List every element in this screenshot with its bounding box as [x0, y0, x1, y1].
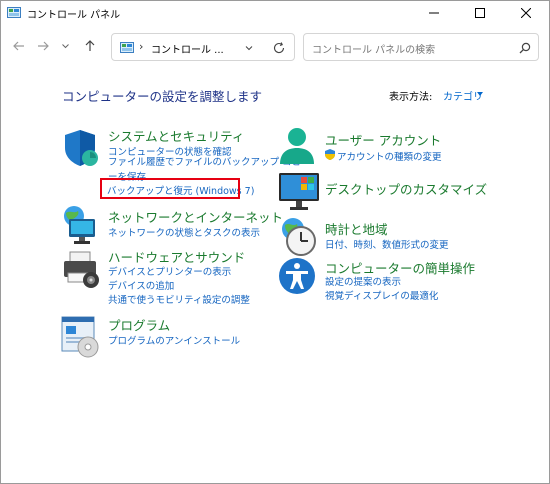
programs-title[interactable]: プログラム	[108, 315, 170, 334]
address-bar[interactable]: › コントロール ...	[111, 33, 295, 61]
arrow-right-icon	[38, 41, 49, 51]
desktop-personalize-icon[interactable]	[277, 171, 321, 215]
devices-printers-link[interactable]: デバイスとプリンターの表示	[108, 264, 231, 278]
up-button[interactable]	[81, 37, 99, 55]
change-account-type-link[interactable]: アカウントの種類の変更	[337, 149, 442, 163]
control-panel-window: コントロール パネル › コントロール ... コントロール パネルの検索 コン…	[0, 0, 550, 484]
arrow-up-icon	[85, 40, 95, 51]
control-panel-icon	[7, 7, 21, 18]
network-status-link[interactable]: ネットワークの状態とタスクの表示	[108, 225, 260, 239]
uninstall-program-link[interactable]: プログラムのアンインストール	[108, 333, 240, 347]
close-icon	[521, 8, 531, 18]
chevron-down-icon[interactable]	[243, 42, 255, 54]
clock-icon[interactable]	[277, 215, 321, 259]
add-device-link[interactable]: デバイスの追加	[108, 278, 174, 292]
network-title[interactable]: ネットワークとインターネット	[108, 207, 283, 226]
search-box[interactable]: コントロール パネルの検索	[303, 33, 539, 61]
caret-down-icon[interactable]	[477, 92, 483, 96]
breadcrumb-separator: ›	[139, 40, 144, 53]
user-accounts-title[interactable]: ユーザー アカウント	[325, 130, 441, 149]
shield-icon[interactable]	[60, 126, 104, 170]
system-security-title[interactable]: システムとセキュリティ	[108, 126, 244, 145]
user-icon[interactable]	[277, 126, 321, 170]
programs-icon[interactable]	[60, 315, 104, 359]
forward-button[interactable]	[34, 37, 52, 55]
optimize-display-link[interactable]: 視覚ディスプレイの最適化	[325, 288, 438, 302]
close-button[interactable]	[503, 1, 549, 25]
control-panel-icon	[120, 42, 134, 53]
network-globe-icon[interactable]	[60, 204, 104, 248]
minimize-button[interactable]	[411, 1, 457, 25]
refresh-icon[interactable]	[272, 41, 286, 55]
window-title: コントロール パネル	[27, 10, 121, 21]
date-time-format-link[interactable]: 日付、時刻、数値形式の変更	[325, 237, 449, 251]
accessibility-icon[interactable]	[277, 256, 321, 300]
printer-icon[interactable]	[60, 248, 104, 292]
recent-locations-button[interactable]	[59, 37, 71, 55]
chevron-down-icon	[61, 43, 69, 48]
maximize-button[interactable]	[457, 1, 503, 25]
back-button[interactable]	[10, 37, 28, 55]
mobility-settings-link[interactable]: 共通で使うモビリティ設定の調整	[108, 292, 250, 306]
maximize-icon	[475, 8, 485, 18]
arrow-left-icon	[13, 41, 24, 51]
appearance-title[interactable]: デスクトップのカスタマイズ	[325, 179, 487, 198]
search-input[interactable]: コントロール パネルの検索	[312, 41, 435, 56]
breadcrumb[interactable]: コントロール ...	[151, 41, 224, 56]
minimize-icon	[429, 12, 439, 14]
view-by-label: 表示方法:	[389, 92, 433, 103]
title-bar[interactable]: コントロール パネル	[1, 1, 549, 25]
page-title: コンピューターの設定を調整します	[62, 89, 263, 104]
suggested-settings-link[interactable]: 設定の提案の表示	[325, 274, 401, 288]
clock-region-title[interactable]: 時計と地域	[325, 219, 388, 238]
highlight-box	[100, 178, 240, 199]
uac-shield-icon	[325, 149, 335, 160]
search-icon[interactable]	[518, 41, 532, 55]
